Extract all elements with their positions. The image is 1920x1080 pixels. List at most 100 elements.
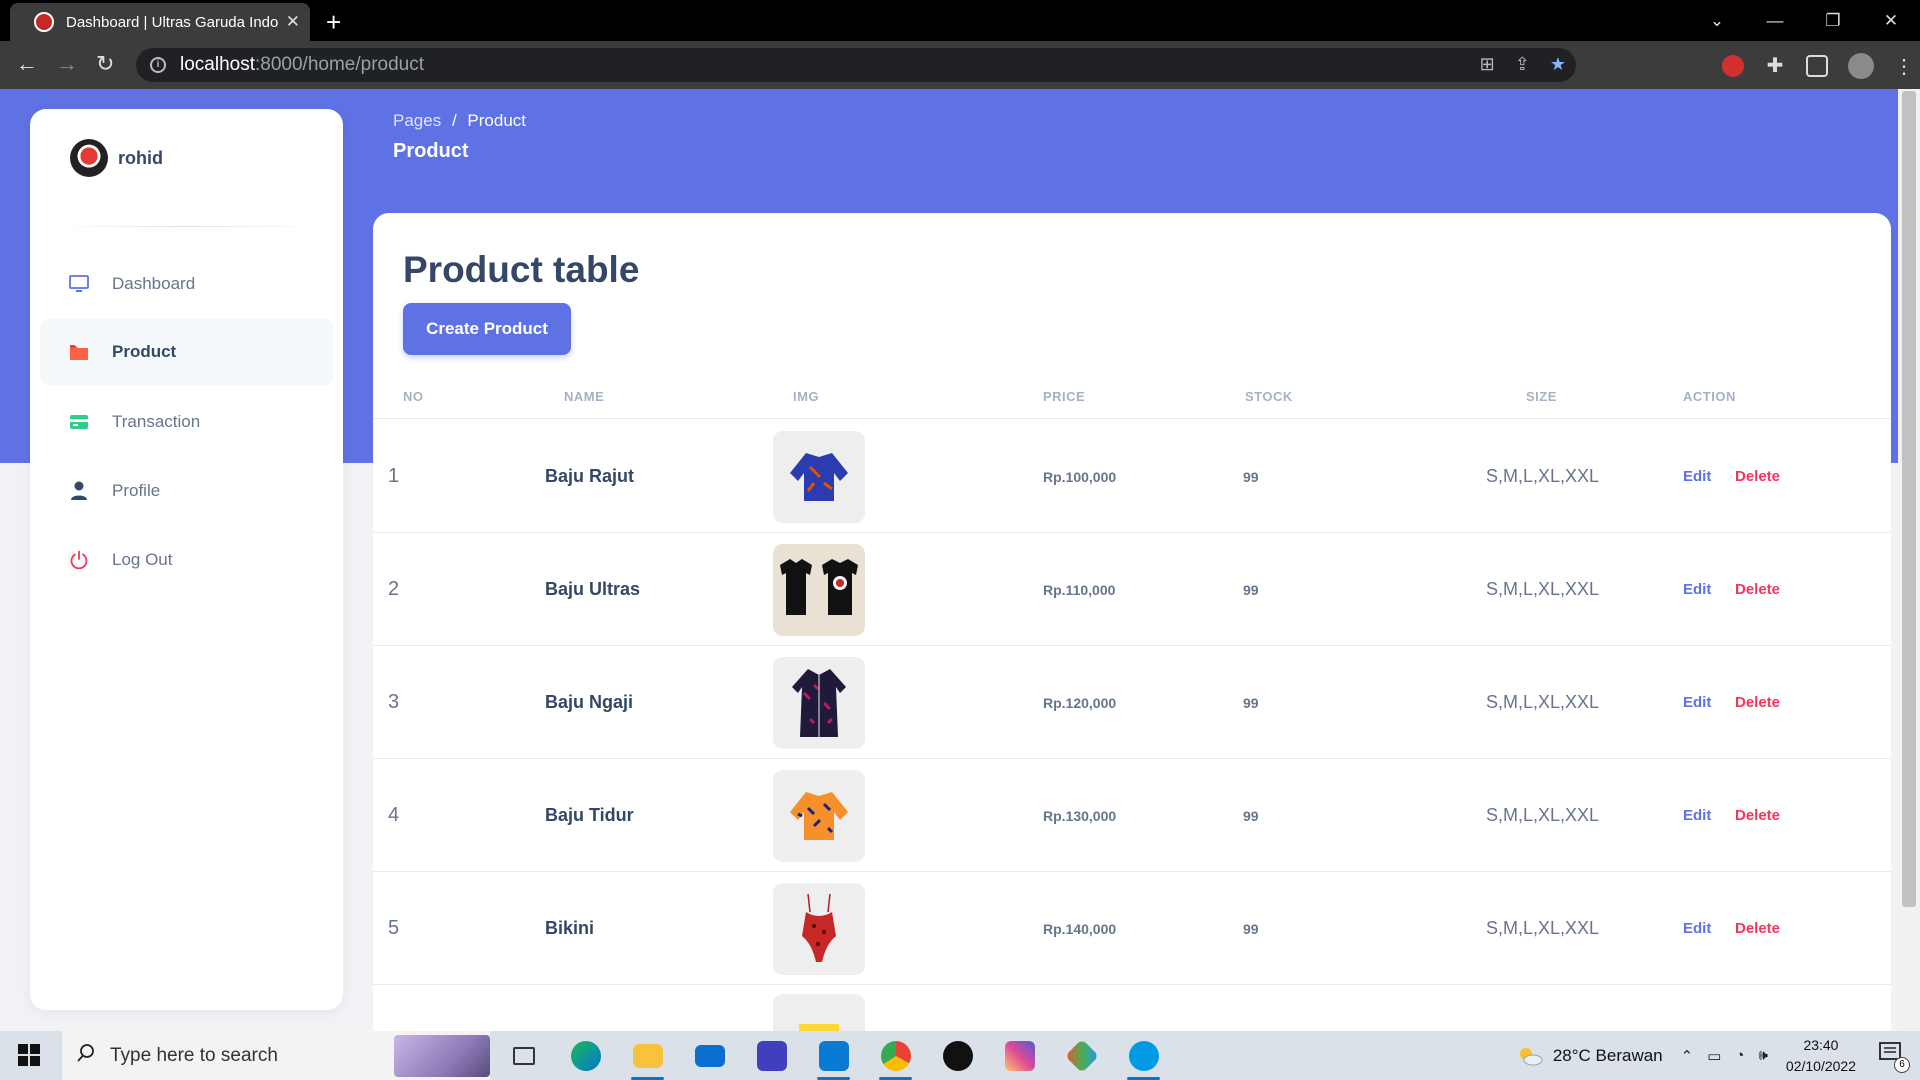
sidebar-item-logout[interactable]: Log Out [40,527,333,593]
pajama-image [773,769,865,862]
table-row [373,985,1891,1031]
back-button[interactable]: ← [16,51,38,77]
product-name: Baju Ngaji [545,692,634,712]
battery-icon[interactable]: ▭ [1707,1047,1721,1065]
side-panel-icon[interactable] [1806,55,1828,77]
breadcrumb-pages[interactable]: Pages [393,111,441,130]
product-price: Rp.100,000 [1043,468,1117,485]
volume-icon[interactable]: 🕪 [1758,1047,1767,1065]
column-header-price: PRICE [1043,389,1086,404]
tshirt-image [773,543,865,636]
browser-tabbar: Dashboard | Ultras Garuda Indon ✕ + ⌄ — … [0,0,1920,41]
task-view-icon[interactable] [505,1037,542,1074]
sidebar: rohid Dashboard Product Transaction Prof… [30,109,343,1010]
edit-link[interactable]: Edit [1683,420,1711,533]
product-size: S,M,L,XL,XXL [1486,466,1600,486]
product-image [773,646,865,759]
product-stock: 99 [1243,694,1259,711]
product-size: S,M,L,XL,XXL [1486,579,1600,599]
clock[interactable]: 23:40 02/10/2022 [1786,1035,1856,1077]
divider [54,226,319,227]
browser-tab[interactable]: Dashboard | Ultras Garuda Indon ✕ [10,3,310,41]
column-header-no: NO [403,389,424,404]
bookmark-star-icon[interactable]: ★ [1550,54,1566,75]
delete-link[interactable]: Delete [1735,420,1780,533]
tiktok-icon[interactable] [939,1037,976,1074]
product-stock: 99 [1243,920,1259,937]
wifi-icon[interactable]: ◔ [1735,1047,1744,1065]
table-row: 4 Baju Tidur Rp.130,000 99 S,M,L,XL,XXL … [373,759,1891,872]
chevron-up-icon[interactable]: ⌃ [1681,1047,1694,1065]
folder-icon [68,341,90,363]
create-product-button[interactable]: Create Product [403,303,571,355]
windows-start-icon[interactable] [18,1044,40,1066]
delete-link[interactable]: Delete [1735,646,1780,759]
file-explorer-icon[interactable] [629,1037,666,1080]
product-card: Product table Create Product NO NAME IMG… [373,213,1891,1031]
tab-title: Dashboard | Ultras Garuda Indon [66,13,278,31]
notification-icon[interactable]: 6 [1878,1041,1910,1073]
scrollbar-thumb[interactable] [1902,91,1916,907]
restore-button[interactable]: ❐ [1804,11,1862,31]
app-icon[interactable] [753,1037,790,1074]
edit-link[interactable]: Edit [1683,872,1711,985]
power-icon [68,549,90,571]
mail-icon[interactable] [691,1037,728,1074]
system-tray: 28°C Berawan ⌃ ▭ ◔ 🕪 23:40 02/10/2022 6 [1517,1031,1920,1080]
gitkraken-icon[interactable] [1063,1037,1100,1074]
column-header-name: NAME [564,389,605,404]
taskbar: Type here to search 28°C Berawan ⌃ ▭ ◔ 🕪… [0,1031,1920,1080]
translate-icon[interactable]: ⊞ [1480,54,1495,75]
edit-link[interactable]: Edit [1683,759,1711,872]
brand-name: rohid [118,147,163,168]
edit-link[interactable]: Edit [1683,646,1711,759]
row-no: 2 [388,578,400,600]
close-tab-icon[interactable]: ✕ [286,12,300,32]
app-icon[interactable] [1125,1037,1162,1080]
page-scrollbar[interactable] [1898,89,1920,1031]
puzzle-icon[interactable]: ✚ [1764,55,1786,77]
sidebar-item-transaction[interactable]: Transaction [40,389,333,455]
url-text[interactable]: localhost:8000/home/product [180,54,424,76]
minimize-button[interactable]: — [1746,11,1804,31]
reload-button[interactable]: ↻ [96,51,114,77]
instagram-icon[interactable] [1001,1037,1038,1074]
row-no: 4 [388,804,400,826]
new-tab-button[interactable]: + [326,7,341,38]
weather-widget[interactable]: 28°C Berawan [1517,1046,1663,1066]
edge-icon[interactable] [567,1037,604,1074]
address-bar[interactable]: i localhost:8000/home/product ⊞ ⇪ ★ [136,48,1576,82]
sidebar-item-dashboard[interactable]: Dashboard [40,251,333,317]
favicon-icon [34,12,54,32]
swimsuit-image [773,882,865,975]
share-icon[interactable]: ⇪ [1515,54,1530,75]
close-window-button[interactable]: ✕ [1862,11,1920,31]
url-host: localhost [180,54,255,75]
tray-icons: ⌃ ▭ ◔ 🕪 [1681,1047,1768,1065]
sidebar-item-profile[interactable]: Profile [40,458,333,524]
delete-link[interactable]: Delete [1735,759,1780,872]
robe-image [773,656,865,749]
chrome-icon[interactable] [877,1037,914,1080]
column-header-size: SIZE [1526,389,1557,404]
delete-link[interactable]: Delete [1735,533,1780,646]
browser-toolbar: ← → ↻ i localhost:8000/home/product ⊞ ⇪ … [0,41,1920,89]
credit-card-icon [68,411,90,433]
url-path: :8000/home/product [255,54,425,75]
edit-link[interactable]: Edit [1683,533,1711,646]
taskbar-search[interactable]: Type here to search [62,1031,490,1080]
site-info-icon[interactable]: i [150,57,166,73]
brand[interactable]: rohid [70,139,163,177]
menu-kebab-icon[interactable]: ⋮ [1894,54,1914,79]
sidebar-item-label: Product [112,342,177,361]
extension-icon[interactable] [1722,55,1744,77]
vscode-icon[interactable] [815,1037,852,1080]
tab-search-icon[interactable]: ⌄ [1688,11,1746,31]
product-name: Baju Tidur [545,805,634,825]
profile-avatar-icon[interactable] [1848,53,1874,79]
delete-link[interactable]: Delete [1735,872,1780,985]
sidebar-item-product[interactable]: Product [40,319,333,385]
window-controls: ⌄ — ❐ ✕ [1688,0,1920,41]
forward-button[interactable]: → [56,51,78,77]
product-image [773,420,865,533]
